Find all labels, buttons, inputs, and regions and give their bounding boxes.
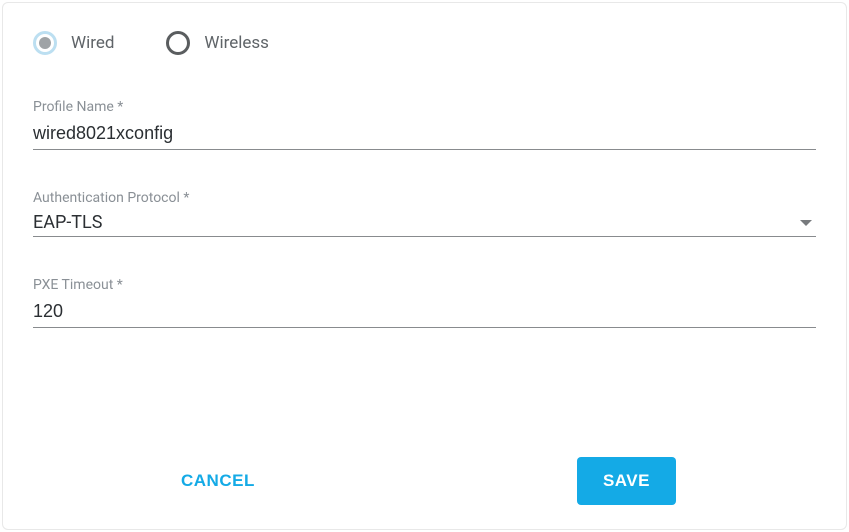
wired-radio-label: Wired (71, 33, 114, 53)
radio-unselected-icon (166, 31, 190, 55)
wireless-radio-label: Wireless (204, 33, 269, 53)
chevron-down-icon (800, 220, 812, 226)
auth-protocol-field: Authentication Protocol * EAP-TLS (33, 190, 816, 237)
auth-protocol-select[interactable]: EAP-TLS (33, 212, 816, 237)
connection-type-radio-group: Wired Wireless (33, 31, 816, 55)
cancel-button[interactable]: CANCEL (173, 457, 263, 505)
pxe-timeout-field: PXE Timeout * (33, 277, 816, 328)
pxe-timeout-input[interactable] (33, 299, 816, 324)
config-form-card: Wired Wireless Profile Name * Authentica… (2, 2, 847, 530)
auth-protocol-label: Authentication Protocol * (33, 190, 816, 206)
auth-protocol-value: EAP-TLS (33, 212, 102, 233)
profile-name-label: Profile Name * (33, 99, 816, 115)
radio-selected-icon (33, 31, 57, 55)
profile-name-input[interactable] (33, 121, 816, 146)
form-actions: CANCEL SAVE (33, 457, 816, 505)
save-button[interactable]: SAVE (577, 457, 676, 505)
wired-radio[interactable]: Wired (33, 31, 114, 55)
wireless-radio[interactable]: Wireless (166, 31, 269, 55)
pxe-timeout-label: PXE Timeout * (33, 277, 816, 293)
profile-name-field: Profile Name * (33, 99, 816, 150)
